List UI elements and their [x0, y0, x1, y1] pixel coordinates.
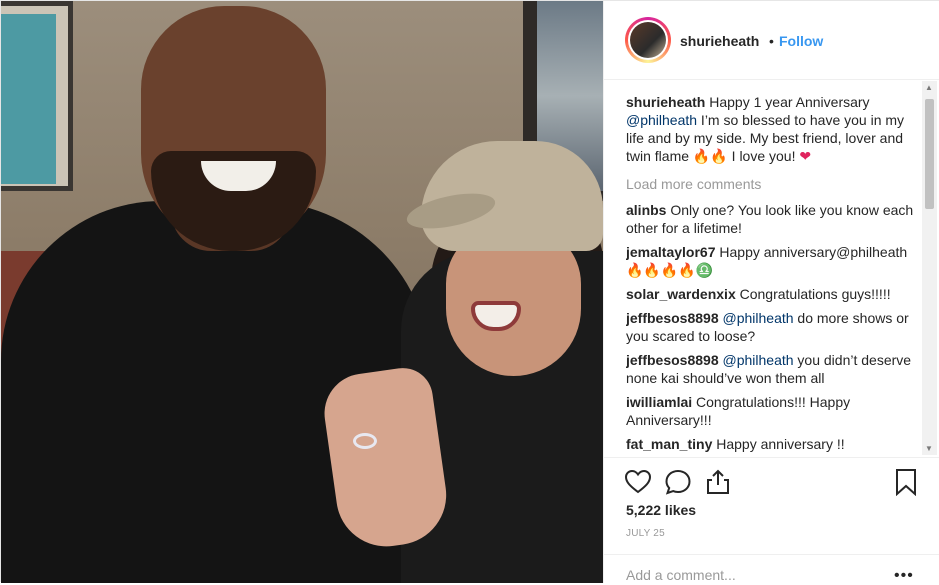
like-button[interactable] — [624, 468, 652, 496]
comment-username[interactable]: fat_man_tiny — [626, 436, 712, 452]
add-comment-bar: Add a comment... ••• — [604, 554, 939, 585]
likes-count[interactable]: 5,222 likes — [626, 502, 696, 518]
caption-text-before: Happy 1 year Anniversary — [709, 94, 870, 110]
comments-list: shurieheath Happy 1 year Anniversary @ph… — [626, 93, 916, 455]
post-header: shurieheath • Follow — [604, 1, 939, 80]
comment-item: jeffbesos8898 @philheath do more shows o… — [626, 309, 916, 345]
heart-outline-icon — [624, 469, 652, 494]
save-button[interactable] — [892, 468, 920, 497]
header-username[interactable]: shurieheath — [680, 33, 759, 49]
caption-username[interactable]: shurieheath — [626, 94, 705, 110]
comment-mention[interactable]: @philheath — [723, 352, 794, 368]
comment-item: solar_wardenxix Congratulations guys!!!!… — [626, 285, 916, 303]
load-more-comments-button[interactable]: Load more comments — [626, 175, 916, 193]
add-comment-input[interactable]: Add a comment... — [626, 567, 736, 583]
comment-item: jeffbesos8898 @philheath you didn’t dese… — [626, 351, 916, 387]
comment-username[interactable]: iwilliamlai — [626, 394, 692, 410]
comment-text: Happy anniversary !! — [716, 436, 845, 452]
comment-username[interactable]: jeffbesos8898 — [626, 352, 719, 368]
comment-username[interactable]: jeffbesos8898 — [626, 310, 719, 326]
caption: shurieheath Happy 1 year Anniversary @ph… — [626, 93, 916, 165]
engagement-ring — [353, 433, 377, 449]
comment-text: Only one? You look like you know each ot… — [626, 202, 914, 236]
story-ring[interactable] — [625, 17, 671, 63]
comment-text: Congratulations guys!!!!! — [739, 286, 891, 302]
scroll-up-icon[interactable]: ▲ — [925, 83, 933, 92]
instagram-post: shurieheath • Follow shurieheath Happy 1… — [0, 0, 939, 585]
comment-mention[interactable]: @philheath — [723, 310, 794, 326]
avatar[interactable] — [628, 20, 668, 60]
scrollbar-thumb[interactable] — [925, 99, 934, 209]
post-actions: 5,222 likes JULY 25 Add a comment... ••• — [604, 457, 939, 585]
post-photo[interactable] — [1, 1, 603, 583]
wall-art-left — [1, 1, 73, 191]
comment-button[interactable] — [664, 468, 692, 496]
share-button[interactable] — [704, 468, 732, 496]
bookmark-icon — [896, 469, 916, 497]
post-date: JULY 25 — [626, 528, 665, 539]
post-sidebar: shurieheath • Follow shurieheath Happy 1… — [603, 1, 939, 585]
comment-item: alinbs Only one? You look like you know … — [626, 201, 916, 237]
more-options-button[interactable]: ••• — [894, 567, 914, 585]
caption-mention[interactable]: @philheath — [626, 112, 697, 128]
comment-item: iwilliamlai Congratulations!!! Happy Ann… — [626, 393, 916, 429]
comments-scrollbar[interactable]: ▲ ▼ — [922, 81, 937, 455]
speech-bubble-icon — [665, 469, 691, 495]
comment-username[interactable]: solar_wardenxix — [626, 286, 736, 302]
header-separator: • — [769, 33, 774, 49]
comment-item: fat_man_tiny Happy anniversary !! — [626, 435, 916, 453]
comment-item: jemaltaylor67 Happy anniversary@philheat… — [626, 243, 916, 279]
follow-button[interactable]: Follow — [779, 33, 823, 49]
comment-username[interactable]: alinbs — [626, 202, 666, 218]
share-icon — [707, 469, 729, 494]
comment-username[interactable]: jemaltaylor67 — [626, 244, 716, 260]
red-heart-emoji: ❤ — [799, 148, 812, 164]
scroll-down-icon[interactable]: ▼ — [925, 444, 933, 453]
